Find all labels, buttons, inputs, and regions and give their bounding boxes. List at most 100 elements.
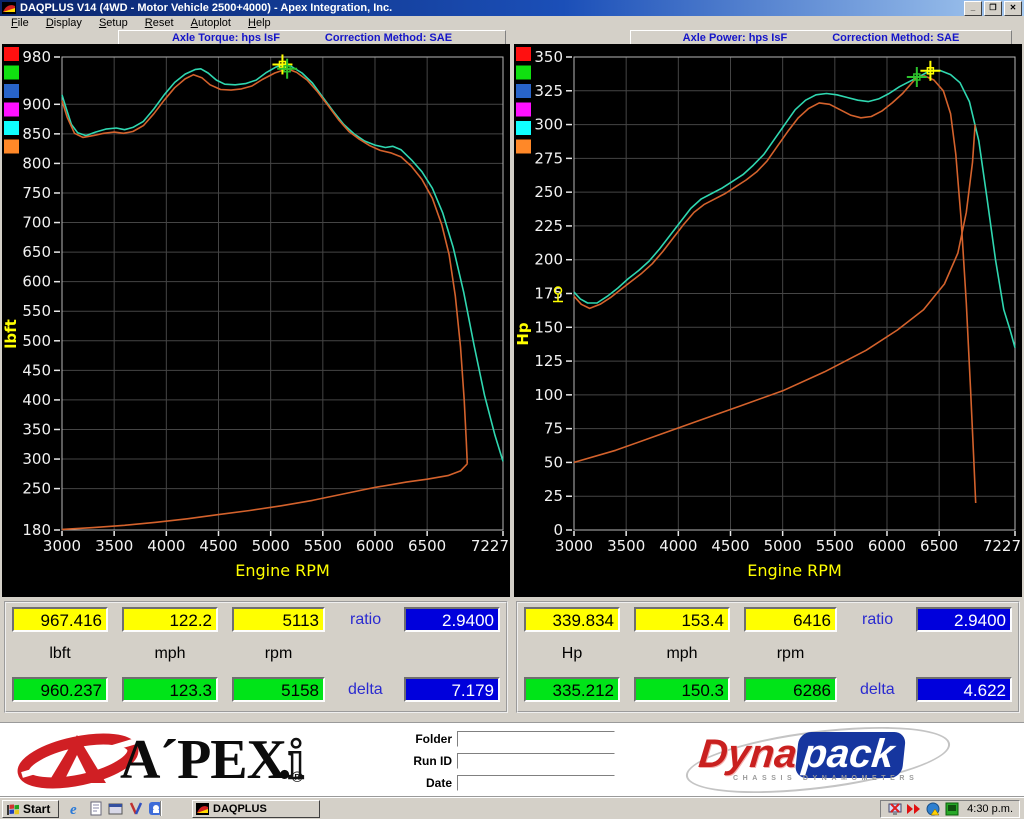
svg-text:6000: 6000 — [356, 537, 394, 555]
ratio-label: ratio — [862, 611, 893, 629]
power-readout-panel: 339.834 153.4 6416 ratio 2.9400 Hp mph r… — [516, 601, 1020, 713]
svg-text:600: 600 — [22, 273, 51, 291]
menu-reset[interactable]: Reset — [138, 16, 181, 29]
power-cursor-value: 339.834 — [524, 607, 620, 632]
svg-text:250: 250 — [534, 183, 563, 201]
power-cursor2-rpm: 6286 — [744, 677, 837, 702]
torque-chart-header: Axle Torque: hps IsF Correction Method: … — [118, 30, 506, 45]
rpm-unit-label: rpm — [744, 645, 837, 663]
svg-text:7227: 7227 — [471, 537, 509, 555]
clock: 4:30 p.m. — [967, 803, 1013, 815]
svg-text:lbft: lbft — [2, 319, 20, 349]
date-field-row: Date — [378, 774, 615, 792]
svg-text:3500: 3500 — [607, 537, 645, 555]
torque-cursor2-rpm: 5158 — [232, 677, 325, 702]
svg-text:100: 100 — [534, 386, 563, 404]
svg-text:500: 500 — [22, 332, 51, 350]
svg-text:3500: 3500 — [95, 537, 133, 555]
svg-text:400: 400 — [22, 391, 51, 409]
svg-text:75: 75 — [544, 420, 563, 438]
apexi-logo: A´PEX i . ® — [16, 728, 303, 792]
close-button[interactable]: ✕ — [1004, 1, 1022, 16]
power-cursor-rpm: 6416 — [744, 607, 837, 632]
menu-file[interactable]: File — [4, 16, 36, 29]
monitor-status-tray-icon[interactable] — [944, 801, 960, 817]
mph-unit-label: mph — [122, 645, 218, 663]
mail-page-icon[interactable] — [88, 801, 104, 816]
svg-text:300: 300 — [534, 116, 563, 134]
svg-text:980: 980 — [22, 48, 51, 66]
dynapack-subtitle: CHASSIS DYNAMOMETERS — [733, 775, 918, 782]
power-chart: 3503253002752502252001751501251007550250… — [514, 44, 1022, 597]
fast-forward-tray-icon[interactable] — [906, 801, 922, 817]
daqplus-task-button[interactable]: DAQPLUS — [192, 800, 320, 818]
media-app-icon[interactable] — [128, 801, 144, 816]
power-cursor-mph: 153.4 — [634, 607, 730, 632]
runid-field-row: Run ID — [378, 752, 615, 770]
torque-unit-label: lbft — [12, 645, 108, 663]
svg-text:350: 350 — [534, 48, 563, 66]
svg-text:Hp: Hp — [514, 322, 532, 346]
ratio-label: ratio — [350, 611, 381, 629]
svg-text:275: 275 — [534, 149, 563, 167]
svg-text:750: 750 — [22, 184, 51, 202]
display-error-tray-icon[interactable] — [887, 801, 903, 817]
svg-text:Engine RPM: Engine RPM — [235, 561, 330, 580]
minimize-button[interactable]: _ — [964, 1, 982, 16]
menu-help[interactable]: Help — [241, 16, 278, 29]
apex-logo-dot: . — [278, 730, 291, 790]
dynapack-text-pack: pack — [794, 732, 906, 778]
svg-text:6500: 6500 — [408, 537, 446, 555]
svg-text:4500: 4500 — [199, 537, 237, 555]
torque-readout-panel: 967.416 122.2 5113 ratio 2.9400 lbft mph… — [4, 601, 508, 713]
windows-flag-icon — [6, 803, 20, 816]
svg-text:800: 800 — [22, 154, 51, 172]
svg-text:3000: 3000 — [43, 537, 81, 555]
folder-input[interactable] — [457, 731, 615, 747]
svg-text:5500: 5500 — [304, 537, 342, 555]
internet-explorer-icon[interactable]: e — [68, 801, 84, 816]
svg-text:3000: 3000 — [555, 537, 593, 555]
svg-text:5500: 5500 — [816, 537, 854, 555]
window-title: DAQPLUS V14 (4WD - Motor Vehicle 2500+40… — [20, 2, 964, 14]
torque-cursor-rpm: 5113 — [232, 607, 325, 632]
torque-chart-title: Axle Torque: hps IsF — [172, 32, 280, 44]
taskbar: Start e — [0, 797, 1024, 819]
power-cursor2-value: 335.212 — [524, 677, 620, 702]
power-unit-label: Hp — [524, 645, 620, 663]
power-chart-header: Axle Power: hps IsF Correction Method: S… — [630, 30, 1012, 45]
daqplus-task-label: DAQPLUS — [213, 803, 267, 815]
svg-text:650: 650 — [22, 243, 51, 261]
menu-display[interactable]: Display — [39, 16, 89, 29]
power-delta-value: 4.622 — [916, 677, 1012, 702]
show-desktop-icon[interactable] — [108, 801, 124, 816]
torque-chart-panel: 9809008508007507006506005505004504003503… — [2, 44, 510, 597]
folder-field-row: Folder — [378, 730, 615, 748]
daqplus-logo-icon — [2, 2, 16, 14]
svg-text:50: 50 — [544, 453, 563, 471]
svg-text:325: 325 — [534, 82, 563, 100]
date-input[interactable] — [457, 775, 615, 791]
network-warning-tray-icon[interactable] — [925, 801, 941, 817]
power-chart-panel: 3503253002752502252001751501251007550250… — [514, 44, 1022, 597]
daqplus-logo-icon — [196, 803, 209, 815]
torque-chart: 9809008508007507006506005505004504003503… — [2, 44, 510, 597]
menu-autoplot[interactable]: Autoplot — [184, 16, 238, 29]
svg-text:6000: 6000 — [868, 537, 906, 555]
taskbar-divider — [160, 801, 162, 816]
system-tray: 4:30 p.m. — [880, 800, 1020, 818]
svg-text:e: e — [70, 802, 77, 816]
menu-setup[interactable]: Setup — [92, 16, 135, 29]
svg-text:4500: 4500 — [711, 537, 749, 555]
runid-input[interactable] — [457, 753, 615, 769]
registered-mark: ® — [292, 769, 303, 786]
svg-text:900: 900 — [22, 95, 51, 113]
power-chart-title: Axle Power: hps IsF — [683, 32, 788, 44]
power-ratio-value: 2.9400 — [916, 607, 1012, 632]
delta-label: delta — [860, 681, 895, 699]
restore-button[interactable]: ❐ — [984, 1, 1002, 16]
date-label: Date — [378, 776, 452, 790]
svg-text:4000: 4000 — [147, 537, 185, 555]
torque-cursor2-mph: 123.3 — [122, 677, 218, 702]
start-button[interactable]: Start — [2, 800, 59, 818]
